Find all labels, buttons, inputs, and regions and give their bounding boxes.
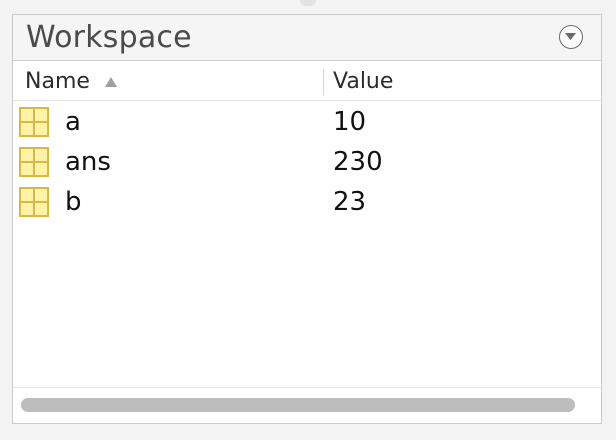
variable-row[interactable]: a 10 [13, 103, 601, 143]
column-header-value[interactable]: Value [333, 69, 393, 94]
variable-value: 230 [333, 147, 383, 177]
horizontal-scrollbar[interactable] [13, 387, 601, 423]
workspace-panel: Workspace Name Value a 10 ans 230 b 23 [12, 14, 602, 424]
chevron-down-icon [565, 33, 576, 40]
variable-row[interactable]: b 23 [13, 183, 601, 223]
variable-name: ans [65, 147, 111, 177]
panel-header: Workspace [13, 15, 601, 61]
panel-actions-button[interactable] [559, 25, 583, 49]
scrollbar-thumb[interactable] [21, 398, 575, 412]
panel-resize-grip[interactable] [300, 0, 316, 6]
variable-list: a 10 ans 230 b 23 [13, 103, 601, 223]
matrix-variable-icon [19, 107, 49, 137]
column-header-row: Name Value [13, 63, 601, 101]
variable-row[interactable]: ans 230 [13, 143, 601, 183]
variable-value: 23 [333, 187, 367, 217]
column-header-name[interactable]: Name [25, 69, 90, 94]
panel-title: Workspace [26, 20, 192, 55]
column-divider[interactable] [323, 69, 324, 95]
variable-value: 10 [333, 107, 367, 137]
matrix-variable-icon [19, 187, 49, 217]
sort-ascending-icon[interactable] [105, 77, 117, 87]
matrix-variable-icon [19, 147, 49, 177]
variable-name: a [65, 107, 81, 137]
variable-name: b [65, 187, 82, 217]
